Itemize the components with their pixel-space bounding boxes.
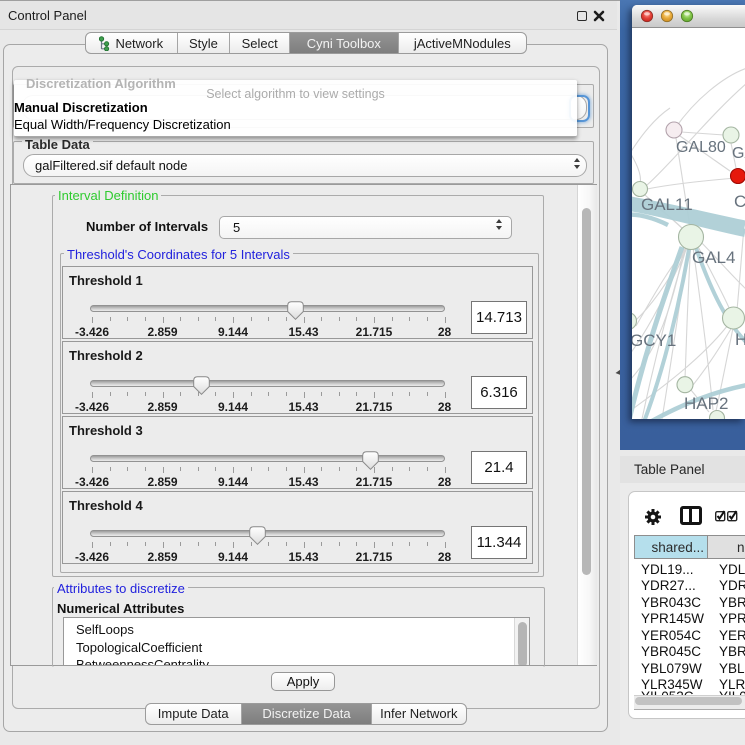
svg-text:GA: GA (732, 145, 745, 162)
svg-text:GAL11: GAL11 (641, 195, 693, 214)
svg-text:GAL4: GAL4 (692, 248, 735, 267)
svg-text:GAL80: GAL80 (676, 139, 726, 156)
svg-text:GCY1: GCY1 (632, 331, 676, 350)
svg-text:HAP2: HAP2 (684, 394, 728, 413)
svg-text:H: H (735, 330, 745, 349)
svg-text:C: C (734, 192, 745, 211)
